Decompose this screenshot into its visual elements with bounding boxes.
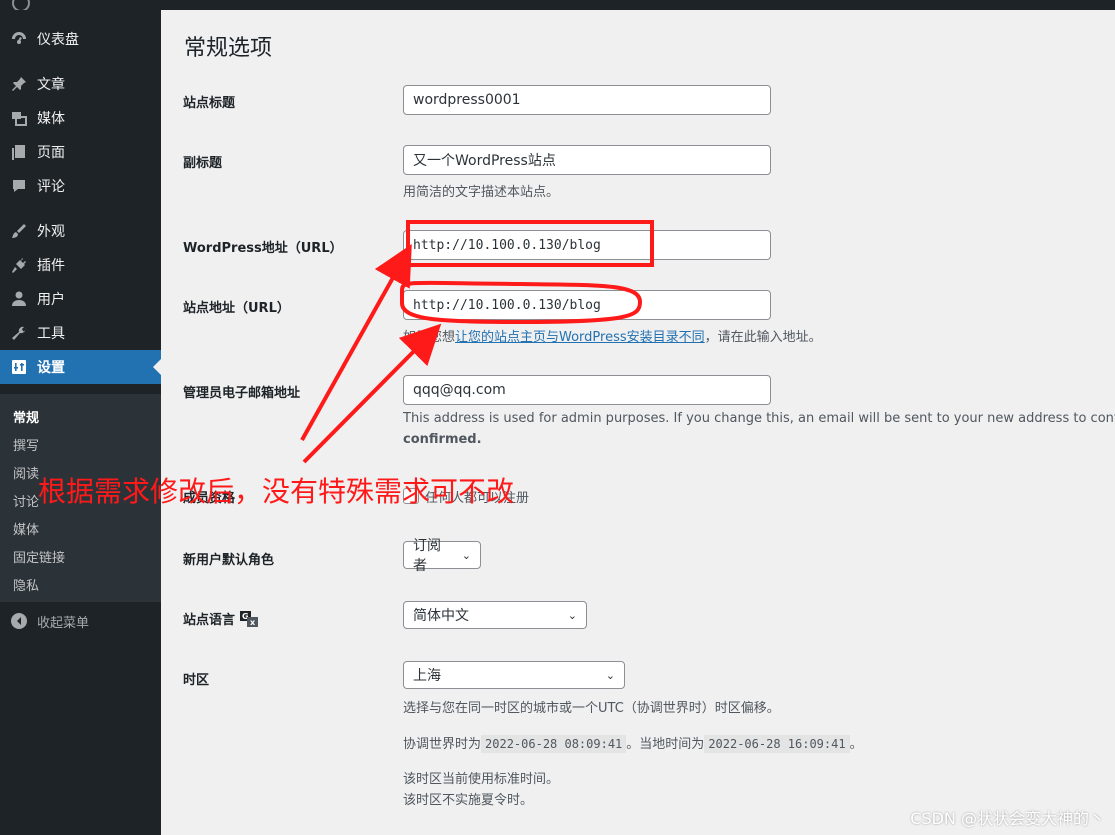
wrench-icon bbox=[9, 323, 29, 343]
sidebar-item-label: 插件 bbox=[37, 258, 65, 274]
utc-time-value: 2022-06-28 08:09:41 bbox=[481, 735, 627, 753]
site-language-value: 简体中文 bbox=[413, 608, 469, 624]
wordpress-url-value: http://10.100.0.130/blog bbox=[413, 237, 601, 253]
wordpress-url-label: WordPress地址（URL） bbox=[183, 241, 343, 256]
collapse-label: 收起菜单 bbox=[37, 615, 90, 631]
site-language-label: 站点语言 Gx bbox=[183, 609, 259, 631]
site-url-desc-suffix: ，请在此输入地址。 bbox=[704, 330, 822, 345]
sidebar-item-label: 仪表盘 bbox=[37, 32, 79, 48]
sidebar-item-label: 外观 bbox=[37, 224, 65, 240]
default-role-label: 新用户默认角色 bbox=[183, 553, 275, 568]
sidebar-item-label: 用户 bbox=[37, 292, 65, 308]
page-title: 常规选项 bbox=[184, 36, 273, 61]
submenu-item-writing[interactable]: 撰写 bbox=[13, 435, 39, 454]
sidebar-item-tools[interactable]: 工具 bbox=[0, 316, 161, 350]
submenu-item-permalinks[interactable]: 固定链接 bbox=[13, 547, 65, 566]
main-content: 常规选项 站点标题 wordpress0001 副标题 又一个WordPress… bbox=[161, 10, 1115, 835]
site-title-input[interactable]: wordpress0001 bbox=[403, 85, 771, 115]
collapse-arrow-icon bbox=[11, 613, 27, 629]
user-icon bbox=[9, 289, 29, 309]
timezone-times: 协调世界时为 2022-06-28 08:09:41 。当地时间为 2022-06-2… bbox=[403, 733, 863, 753]
sidebar-item-posts[interactable]: 文章 bbox=[0, 67, 161, 101]
submenu-item-reading[interactable]: 阅读 bbox=[13, 463, 39, 482]
sidebar-item-comments[interactable]: 评论 bbox=[0, 169, 161, 203]
admin-email-label: 管理员电子邮箱地址 bbox=[183, 386, 301, 401]
brush-icon bbox=[9, 221, 29, 241]
site-language-select[interactable]: 简体中文 ⌄ bbox=[403, 601, 587, 629]
admin-bar bbox=[0, 0, 1115, 12]
annotation-text: 根据需求修改后，没有特殊需求可不改 bbox=[38, 475, 515, 508]
wordpress-url-input[interactable]: http://10.100.0.130/blog bbox=[403, 230, 771, 260]
timezone-select[interactable]: 上海 ⌄ bbox=[403, 661, 625, 689]
csdn-watermark: CSDN @状状会变大神的丶 bbox=[910, 809, 1105, 828]
sidebar-item-plugins[interactable]: 插件 bbox=[0, 248, 161, 282]
sidebar-item-label: 页面 bbox=[37, 145, 65, 161]
local-time-prefix: 。当地时间为 bbox=[626, 737, 705, 752]
timezone-description: 选择与您在同一时区的城市或一个UTC（协调世界时）时区偏移。 bbox=[403, 701, 780, 716]
tagline-label: 副标题 bbox=[183, 156, 223, 171]
site-url-description: 如果您想让您的站点主页与WordPress安装目录不同，请在此输入地址。 bbox=[403, 326, 822, 345]
sidebar-item-settings[interactable]: 设置 bbox=[0, 350, 161, 384]
sidebar-item-label: 评论 bbox=[37, 179, 65, 195]
admin-email-description: This address is used for admin purposes.… bbox=[403, 411, 1115, 426]
svg-text:x: x bbox=[250, 618, 256, 627]
admin-bar-site-link[interactable] bbox=[40, 0, 340, 4]
site-language-label-text: 站点语言 bbox=[183, 613, 236, 628]
site-url-input[interactable]: http://10.100.0.130/blog bbox=[403, 290, 771, 320]
chevron-down-icon: ⌄ bbox=[567, 608, 577, 622]
sidebar-item-dashboard[interactable]: 仪表盘 bbox=[0, 22, 161, 56]
default-role-value: 订阅者 bbox=[413, 538, 441, 574]
submenu-item-discussion[interactable]: 讨论 bbox=[13, 491, 39, 510]
site-url-value: http://10.100.0.130/blog bbox=[413, 297, 601, 313]
admin-email-value: qqq@qq.com bbox=[413, 382, 506, 398]
comment-icon bbox=[9, 176, 29, 196]
timezone-value: 上海 bbox=[413, 668, 441, 684]
dashboard-icon bbox=[9, 29, 29, 49]
collapse-menu-button[interactable]: 收起菜单 bbox=[0, 606, 161, 636]
admin-email-input[interactable]: qqq@qq.com bbox=[403, 375, 771, 405]
sidebar-item-label: 设置 bbox=[37, 360, 65, 376]
sidebar-item-pages[interactable]: 页面 bbox=[0, 135, 161, 169]
sidebar-item-users[interactable]: 用户 bbox=[0, 282, 161, 316]
site-url-label: 站点地址（URL） bbox=[183, 301, 290, 316]
site-url-help-link[interactable]: 让您的站点主页与WordPress安装目录不同 bbox=[455, 330, 705, 345]
site-url-desc-prefix: 如果您想 bbox=[403, 330, 456, 345]
translation-icon: Gx bbox=[240, 610, 259, 631]
pin-icon bbox=[9, 74, 29, 94]
tagline-value: 又一个WordPress站点 bbox=[413, 153, 556, 169]
chevron-down-icon: ⌄ bbox=[605, 668, 615, 682]
timezone-label: 时区 bbox=[183, 673, 210, 688]
sidebar-item-label: 媒体 bbox=[37, 111, 65, 127]
submenu-item-general[interactable]: 常规 bbox=[13, 407, 39, 426]
local-time-value: 2022-06-28 16:09:41 bbox=[704, 735, 850, 753]
submenu-item-privacy[interactable]: 隐私 bbox=[13, 575, 39, 594]
site-title-value: wordpress0001 bbox=[413, 92, 521, 108]
plugin-icon bbox=[9, 255, 29, 275]
utc-time-prefix: 协调世界时为 bbox=[403, 737, 482, 752]
settings-icon bbox=[9, 357, 29, 377]
page-icon bbox=[9, 142, 29, 162]
media-icon bbox=[9, 108, 29, 128]
sidebar-item-label: 文章 bbox=[37, 77, 65, 93]
sidebar-item-label: 工具 bbox=[37, 326, 65, 342]
sidebar-item-media[interactable]: 媒体 bbox=[0, 101, 161, 135]
chevron-down-icon: ⌄ bbox=[461, 548, 471, 562]
admin-sidebar: 仪表盘 文章 媒体 页面 评论 外观 插件 用户 工具 设置 常规 撰写 阅读 … bbox=[0, 10, 161, 835]
admin-email-description-confirmed: confirmed. bbox=[403, 432, 482, 447]
sidebar-item-appearance[interactable]: 外观 bbox=[0, 214, 161, 248]
timezone-note-standard: 该时区当前使用标准时间。 bbox=[403, 772, 560, 787]
local-time-suffix: 。 bbox=[849, 737, 863, 752]
default-role-select[interactable]: 订阅者 ⌄ bbox=[403, 538, 481, 574]
site-title-label: 站点标题 bbox=[183, 96, 236, 111]
timezone-note-dst: 该时区不实施夏令时。 bbox=[403, 793, 534, 808]
submenu-item-media[interactable]: 媒体 bbox=[13, 519, 39, 538]
tagline-input[interactable]: 又一个WordPress站点 bbox=[403, 145, 771, 175]
tagline-description: 用简洁的文字描述本站点。 bbox=[403, 185, 560, 200]
